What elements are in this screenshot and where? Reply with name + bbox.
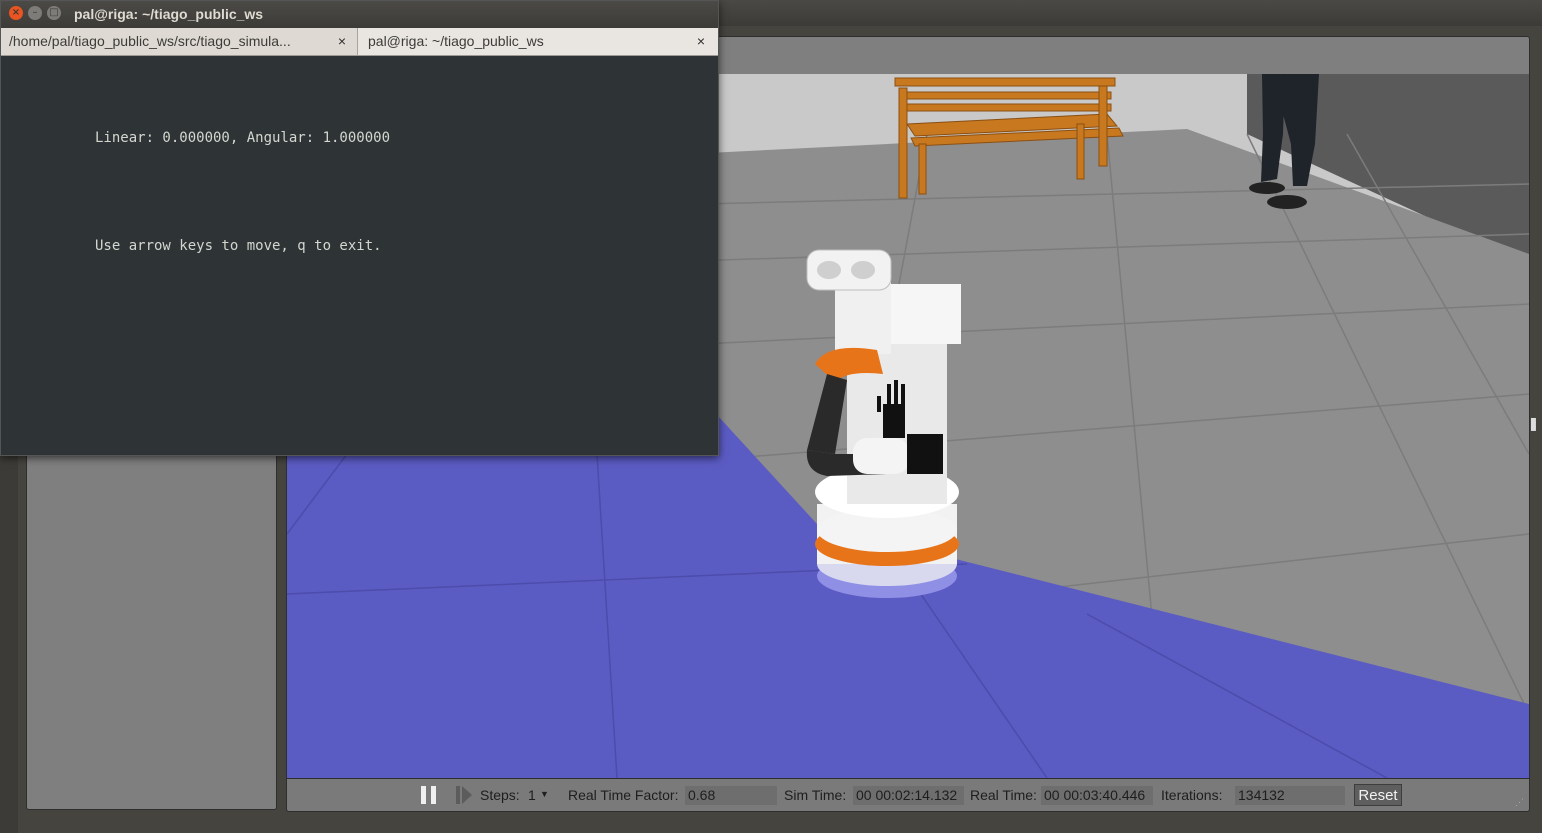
tab-close-icon[interactable]: × — [335, 28, 349, 55]
tab-label: /home/pal/tiago_public_ws/src/tiago_simu… — [9, 33, 291, 49]
rtf-label: Real Time Factor: — [568, 787, 679, 803]
rtf-value: 0.68 — [685, 786, 777, 805]
step-icon — [456, 786, 472, 804]
tab-label: pal@riga: ~/tiago_public_ws — [368, 33, 544, 49]
iterations-label: Iterations: — [1161, 787, 1223, 803]
window-maximize-button[interactable]: □ — [47, 6, 61, 20]
step-button[interactable] — [456, 786, 472, 804]
steps-value[interactable]: 1 — [528, 787, 536, 803]
pause-icon — [421, 786, 426, 804]
gazebo-statusbar: Steps: 1 ▼ Real Time Factor: 0.68 Sim Ti… — [286, 778, 1530, 812]
tab-close-icon[interactable]: × — [694, 28, 708, 55]
reset-button[interactable]: Reset — [1354, 784, 1402, 806]
window-minimize-button[interactable]: – — [28, 6, 42, 20]
sim-time-label: Sim Time: — [784, 787, 847, 803]
terminal-tab-2[interactable]: pal@riga: ~/tiago_public_ws × — [358, 28, 718, 55]
terminal-title-bar[interactable]: × – □ pal@riga: ~/tiago_public_ws — [1, 1, 718, 28]
real-time-value: 00 00:03:40.446 — [1041, 786, 1153, 805]
terminal-output[interactable]: Linear: 0.000000, Angular: 1.000000 Use … — [3, 57, 716, 454]
splitter-handle-icon[interactable]: ▪ ▪ ▪ — [1530, 416, 1537, 434]
window-close-button[interactable]: × — [9, 6, 23, 20]
real-time-label: Real Time: — [970, 787, 1037, 803]
terminal-title: pal@riga: ~/tiago_public_ws — [74, 6, 264, 22]
dropdown-arrow-icon[interactable]: ▼ — [540, 789, 549, 799]
pause-button[interactable] — [421, 786, 437, 804]
terminal-window[interactable]: × – □ pal@riga: ~/tiago_public_ws /home/… — [0, 0, 719, 456]
iterations-value: 134132 — [1235, 786, 1345, 805]
sim-time-value: 00 00:02:14.132 — [853, 786, 964, 805]
steps-label: Steps: — [480, 787, 520, 803]
velocity-readout: Linear: 0.000000, Angular: 1.000000 — [95, 130, 391, 146]
instructions-text: Use arrow keys to move, q to exit. — [95, 238, 382, 254]
terminal-tab-1[interactable]: /home/pal/tiago_public_ws/src/tiago_simu… — [1, 28, 358, 55]
terminal-tab-bar: /home/pal/tiago_public_ws/src/tiago_simu… — [1, 28, 718, 56]
resize-grip-icon[interactable]: ⋰ — [1515, 797, 1525, 807]
